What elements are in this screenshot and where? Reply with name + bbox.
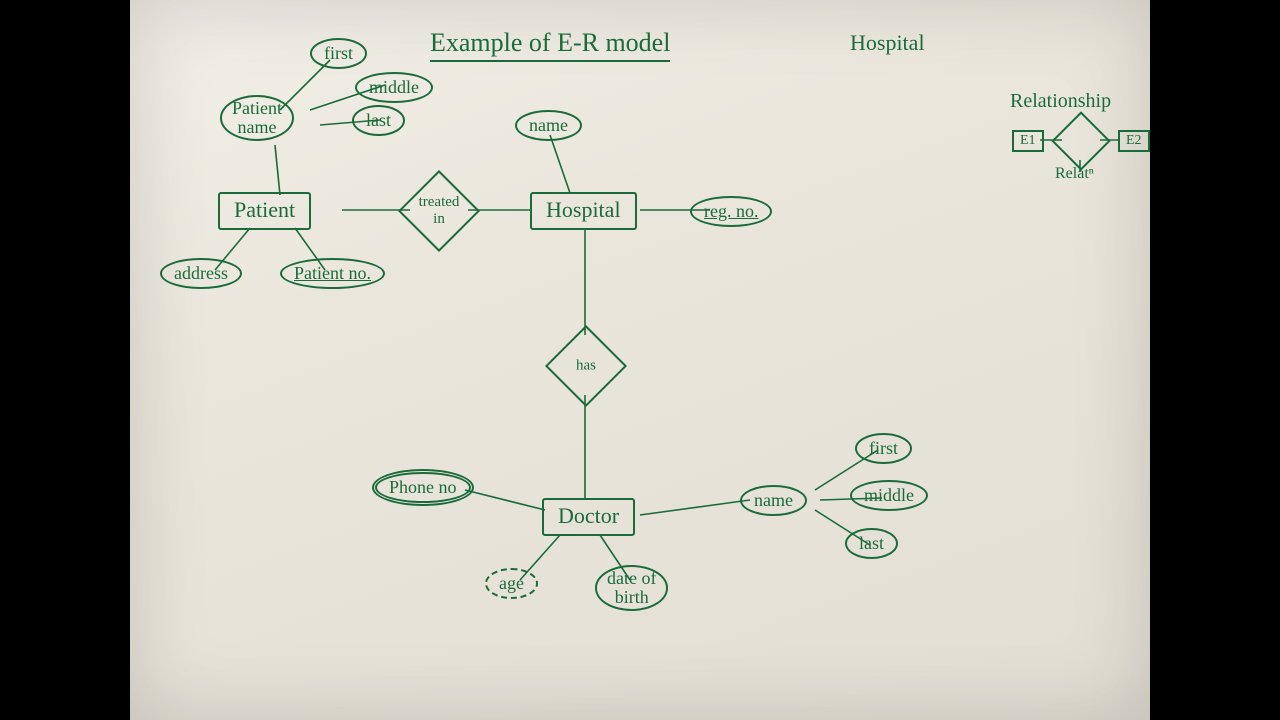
attr-doctor-middle: middle (850, 480, 928, 511)
legend-diamond (1051, 111, 1110, 170)
attr-doctor-name: name (740, 485, 807, 516)
attr-patient-no: Patient no. (280, 258, 385, 289)
legend-relat: Relatⁿ (1055, 165, 1094, 183)
attr-reg-no: reg. no. (690, 196, 772, 227)
attr-last: last (352, 105, 405, 136)
entity-hospital: Hospital (530, 192, 637, 230)
attr-first: first (310, 38, 367, 69)
entity-patient: Patient (218, 192, 311, 230)
attr-patient-name: Patientname (220, 95, 294, 141)
attr-phone-no: Phone no (375, 472, 471, 503)
relationship-has: has (545, 325, 627, 407)
attr-age: age (485, 568, 538, 599)
top-right-label: Hospital (850, 30, 925, 56)
legend-e1: E1 (1012, 130, 1044, 152)
diagram-title: Example of E-R model (430, 28, 670, 62)
attr-hospital-name: name (515, 110, 582, 141)
relationship-treated-in: treatedin (398, 170, 480, 252)
legend-title: Relationship (1010, 90, 1111, 113)
whiteboard: Example of E-R model Hospital Patientnam… (130, 0, 1150, 720)
attr-doctor-last: last (845, 528, 898, 559)
legend-e2: E2 (1118, 130, 1150, 152)
attr-address: address (160, 258, 242, 289)
attr-date-of-birth: date ofbirth (595, 565, 668, 611)
attr-middle: middle (355, 72, 433, 103)
attr-doctor-first: first (855, 433, 912, 464)
entity-doctor: Doctor (542, 498, 635, 536)
